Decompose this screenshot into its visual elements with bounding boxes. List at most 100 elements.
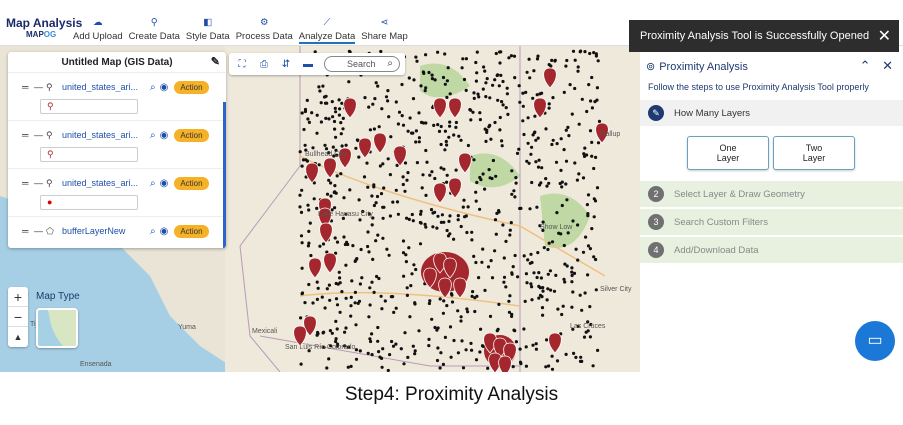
data-point[interactable] xyxy=(564,64,568,68)
data-point[interactable] xyxy=(402,274,406,278)
data-point[interactable] xyxy=(502,280,506,284)
data-point[interactable] xyxy=(354,258,358,262)
data-point[interactable] xyxy=(454,125,458,129)
data-point[interactable] xyxy=(579,355,583,359)
data-point[interactable] xyxy=(370,353,374,357)
data-point[interactable] xyxy=(351,244,355,248)
data-point[interactable] xyxy=(590,227,594,231)
data-point[interactable] xyxy=(372,185,376,189)
data-point[interactable] xyxy=(483,69,487,73)
data-point[interactable] xyxy=(583,50,587,54)
data-point[interactable] xyxy=(339,121,343,125)
data-point[interactable] xyxy=(357,155,361,159)
data-point[interactable] xyxy=(590,140,594,144)
data-point[interactable] xyxy=(333,206,337,210)
data-point[interactable] xyxy=(528,261,532,265)
data-point[interactable] xyxy=(546,247,550,252)
data-point[interactable] xyxy=(418,242,423,246)
data-point[interactable] xyxy=(576,258,580,262)
data-point[interactable] xyxy=(456,214,460,218)
collapse-layer-icon[interactable]: — xyxy=(34,130,44,140)
data-point[interactable] xyxy=(534,342,538,346)
data-point[interactable] xyxy=(545,298,549,302)
data-point[interactable] xyxy=(353,290,357,294)
data-point[interactable] xyxy=(472,96,476,100)
data-point[interactable] xyxy=(588,247,593,251)
data-point[interactable] xyxy=(328,298,332,302)
data-point[interactable] xyxy=(382,186,386,190)
data-point[interactable] xyxy=(517,147,521,151)
nav-item-create-data[interactable]: ⚲ Create Data xyxy=(126,15,183,44)
data-point[interactable] xyxy=(477,276,481,280)
data-point[interactable] xyxy=(497,210,501,214)
data-point[interactable] xyxy=(592,215,596,219)
data-point[interactable] xyxy=(477,95,481,99)
data-point[interactable] xyxy=(478,175,482,180)
data-point[interactable] xyxy=(365,161,369,165)
data-point[interactable] xyxy=(424,53,428,57)
data-point[interactable] xyxy=(534,160,538,164)
data-point[interactable] xyxy=(404,260,408,264)
data-point[interactable] xyxy=(315,131,319,135)
data-point[interactable] xyxy=(333,184,337,188)
data-point[interactable] xyxy=(532,271,536,275)
data-point[interactable] xyxy=(562,148,566,152)
data-point[interactable] xyxy=(530,285,534,289)
nav-item-share-map[interactable]: ⋖ Share Map xyxy=(358,15,410,44)
data-point[interactable] xyxy=(486,366,490,370)
data-point[interactable] xyxy=(370,223,374,227)
data-point[interactable] xyxy=(448,124,452,128)
data-point[interactable] xyxy=(376,233,380,237)
data-point[interactable] xyxy=(459,224,463,229)
data-point[interactable] xyxy=(507,299,511,303)
visibility-icon[interactable]: ◉ xyxy=(160,130,169,141)
data-point[interactable] xyxy=(369,339,373,344)
data-point[interactable] xyxy=(430,170,434,174)
collapse-icon[interactable]: ⌃ xyxy=(860,58,871,73)
data-point[interactable] xyxy=(315,206,319,210)
data-point[interactable] xyxy=(584,330,588,334)
data-point[interactable] xyxy=(459,315,463,319)
data-point[interactable] xyxy=(340,101,344,105)
data-point[interactable] xyxy=(300,292,304,296)
data-point[interactable] xyxy=(466,310,470,314)
data-point[interactable] xyxy=(440,213,444,217)
data-point[interactable] xyxy=(521,104,525,108)
data-point[interactable] xyxy=(300,188,304,192)
data-point[interactable] xyxy=(535,57,540,61)
data-point[interactable] xyxy=(406,355,410,359)
layer-row[interactable]: ═ — ⚲ united_states_ari... ⌕ ◉ Action ⚲ xyxy=(8,120,226,168)
data-point[interactable] xyxy=(570,273,574,278)
data-point[interactable] xyxy=(403,189,407,193)
data-point[interactable] xyxy=(452,133,456,137)
data-point[interactable] xyxy=(386,89,390,93)
data-point[interactable] xyxy=(427,70,431,75)
data-point[interactable] xyxy=(354,357,359,361)
data-point[interactable] xyxy=(372,127,376,131)
data-point[interactable] xyxy=(592,166,596,171)
data-point[interactable] xyxy=(529,252,533,256)
data-point[interactable] xyxy=(427,344,431,348)
data-point[interactable] xyxy=(330,100,334,104)
data-point[interactable] xyxy=(475,294,479,298)
data-point[interactable] xyxy=(452,338,456,343)
data-point[interactable] xyxy=(501,223,505,227)
zoom-to-layer-icon[interactable]: ⌕ xyxy=(150,82,156,93)
data-point[interactable] xyxy=(594,288,598,292)
data-point[interactable] xyxy=(470,348,474,352)
one-layer-button[interactable]: One Layer xyxy=(687,136,769,170)
data-point[interactable] xyxy=(442,299,446,303)
data-point[interactable] xyxy=(380,107,384,111)
data-point[interactable] xyxy=(465,307,469,311)
data-point[interactable] xyxy=(315,297,319,301)
data-point[interactable] xyxy=(394,342,398,346)
data-point[interactable] xyxy=(299,316,303,320)
compass-icon[interactable]: ▲ xyxy=(8,327,28,347)
data-point[interactable] xyxy=(377,125,381,129)
data-point[interactable] xyxy=(402,362,406,366)
data-point[interactable] xyxy=(299,234,304,238)
data-point[interactable] xyxy=(418,220,422,225)
data-point[interactable] xyxy=(476,92,480,96)
data-point[interactable] xyxy=(445,228,449,233)
data-point[interactable] xyxy=(554,160,559,164)
